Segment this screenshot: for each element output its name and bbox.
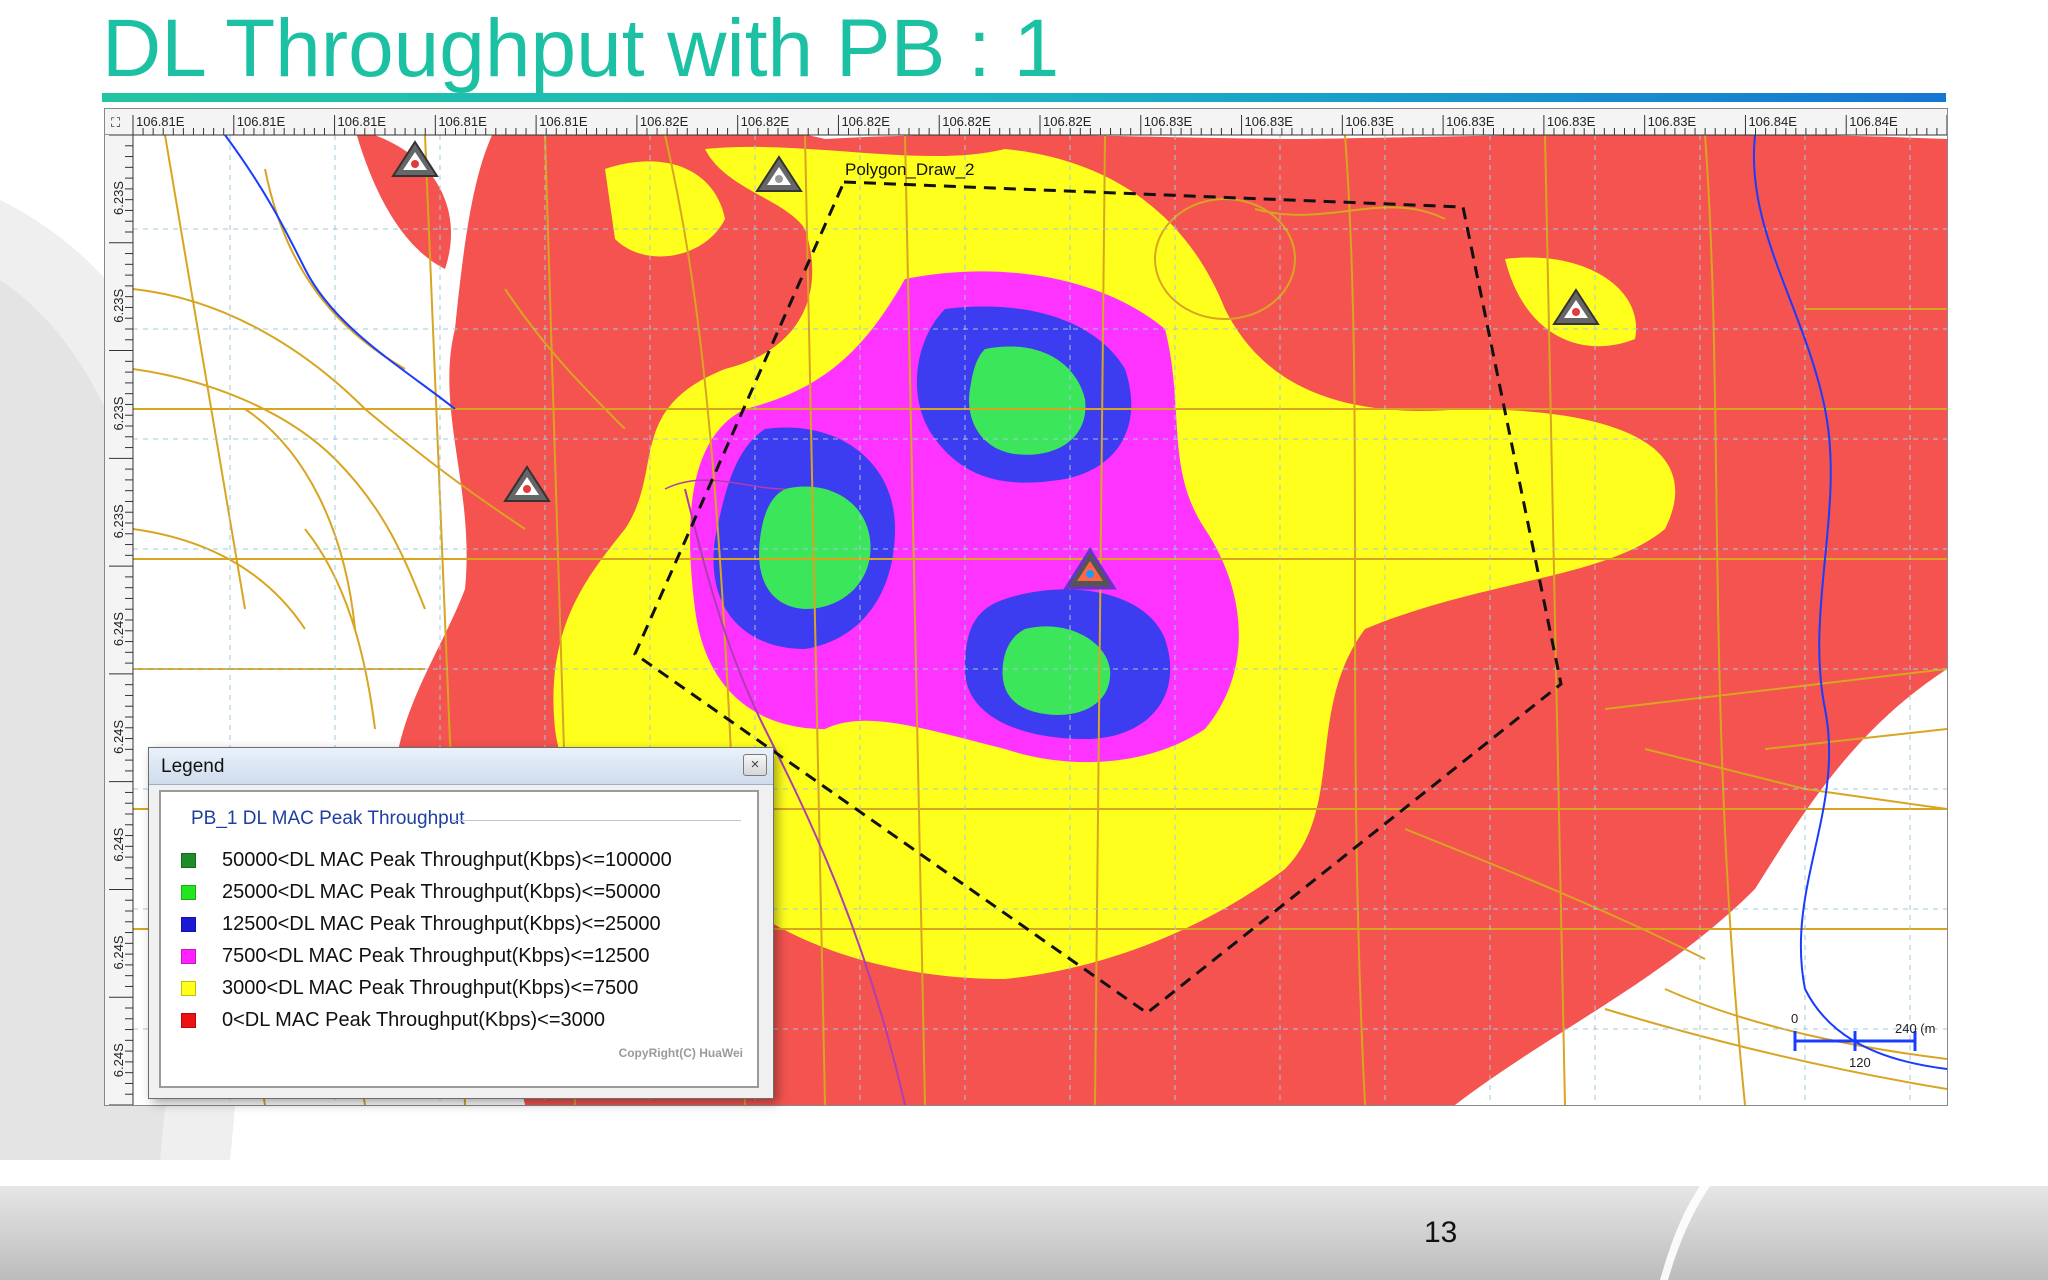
legend-item-label: 0<DL MAC Peak Throughput(Kbps)<=3000 — [222, 1008, 606, 1031]
legend-item-label: 25000<DL MAC Peak Throughput(Kbps)<=5000… — [222, 880, 661, 903]
longitude-tick-label: 106.81E — [338, 114, 387, 129]
latitude-tick-label: 6.24S — [111, 1043, 126, 1077]
legend-item: 7500<DL MAC Peak Throughput(Kbps)<=12500 — [181, 940, 672, 972]
legend-window[interactable]: Legend × PB_1 DL MAC Peak Throughput 500… — [148, 747, 774, 1099]
legend-swatch — [181, 852, 196, 868]
page-number: 13 — [1424, 1216, 1458, 1249]
scale-end-label: 240 (m — [1895, 1021, 1935, 1036]
legend-body: PB_1 DL MAC Peak Throughput 50000<DL MAC… — [159, 790, 759, 1088]
latitude-tick-label: 6.24S — [111, 827, 126, 861]
longitude-ruler: 106.81E 106.81E 106.81E 106.81E 106.81E 106.8… — [105, 109, 1947, 136]
scale-mid-label: 120 — [1849, 1055, 1871, 1070]
latitude-tick-label: 6.24S — [111, 935, 126, 969]
legend-item-label: 7500<DL MAC Peak Throughput(Kbps)<=12500 — [222, 944, 650, 967]
legend-item: 12500<DL MAC Peak Throughput(Kbps)<=2500… — [181, 908, 672, 940]
legend-swatch — [181, 948, 196, 964]
longitude-tick-label: 106.83E — [1547, 114, 1596, 129]
latitude-tick-label: 6.23S — [111, 504, 126, 538]
longitude-tick-label: 106.82E — [640, 114, 689, 129]
legend-item: 0<DL MAC Peak Throughput(Kbps)<=3000 — [181, 1004, 672, 1036]
legend-copyright: CopyRight(C) HuaWei — [618, 1046, 743, 1060]
slide-title: DL Throughput with PB : 1 — [102, 3, 1060, 94]
legend-titlebar[interactable]: Legend × — [149, 748, 773, 785]
legend-window-title: Legend — [161, 756, 225, 777]
legend-item: 25000<DL MAC Peak Throughput(Kbps)<=5000… — [181, 876, 672, 908]
legend-swatch — [181, 1012, 196, 1028]
longitude-tick-label: 106.83E — [1144, 114, 1193, 129]
latitude-ruler: 6.23S 6.23S 6.23S 6.23S 6.24S 6.24S 6.24S 6.24S… — [105, 134, 134, 1105]
longitude-tick-label: 106.82E — [942, 114, 991, 129]
scale-start-label: 0 — [1791, 1011, 1798, 1026]
legend-swatch — [181, 884, 196, 900]
latitude-tick-label: 6.24S — [111, 720, 126, 754]
longitude-tick-label: 106.81E — [237, 114, 286, 129]
longitude-tick-label: 106.83E — [1345, 114, 1394, 129]
legend-item: 3000<DL MAC Peak Throughput(Kbps)<=7500 — [181, 972, 672, 1004]
polygon-label: Polygon_Draw_2 — [845, 160, 974, 179]
longitude-tick-label: 106.82E — [1043, 114, 1092, 129]
close-icon[interactable]: × — [743, 754, 767, 776]
latitude-tick-label: 6.23S — [111, 288, 126, 322]
longitude-tick-label: 106.83E — [1648, 114, 1697, 129]
latitude-tick-label: 6.23S — [111, 396, 126, 430]
latitude-tick-label: 6.24S — [111, 612, 126, 646]
legend-group-divider — [451, 820, 741, 821]
longitude-tick-label: 106.84E — [1849, 114, 1898, 129]
latitude-tick-label: 6.23S — [111, 181, 126, 215]
legend-item-label: 3000<DL MAC Peak Throughput(Kbps)<=7500 — [222, 976, 639, 999]
longitude-tick-label: 106.84E — [1748, 114, 1797, 129]
longitude-tick-label: 106.83E — [1245, 114, 1294, 129]
title-underline — [102, 93, 1946, 102]
legend-swatch — [181, 980, 196, 996]
longitude-tick-label: 106.81E — [539, 114, 588, 129]
ruler-corner-icon: ⛶ — [110, 115, 121, 130]
legend-swatch — [181, 916, 196, 932]
footer-swoosh — [1660, 1186, 1710, 1280]
legend-item-label: 12500<DL MAC Peak Throughput(Kbps)<=2500… — [222, 912, 661, 935]
legend-item: 50000<DL MAC Peak Throughput(Kbps)<=1000… — [181, 844, 672, 876]
legend-item-label: 50000<DL MAC Peak Throughput(Kbps)<=1000… — [222, 848, 672, 871]
longitude-tick-label: 106.81E — [136, 114, 185, 129]
longitude-tick-label: 106.82E — [741, 114, 790, 129]
longitude-tick-label: 106.81E — [438, 114, 487, 129]
legend-group-title: PB_1 DL MAC Peak Throughput — [191, 808, 465, 829]
legend-list: 50000<DL MAC Peak Throughput(Kbps)<=1000… — [181, 844, 672, 1036]
longitude-tick-label: 106.83E — [1446, 114, 1495, 129]
longitude-tick-label: 106.82E — [841, 114, 890, 129]
